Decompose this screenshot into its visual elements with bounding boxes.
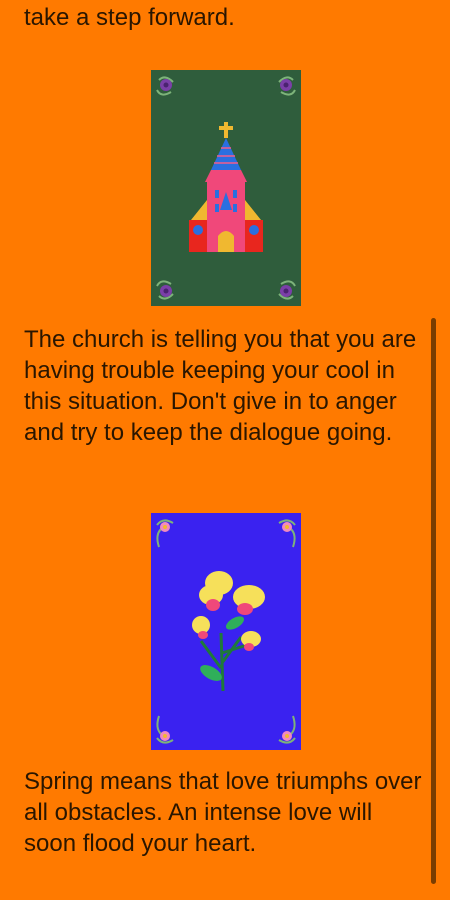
intro-text: take a step forward.: [24, 4, 235, 31]
church-icon: [189, 122, 263, 252]
corner-flower-icon: [156, 76, 174, 96]
spring-meaning-text: Spring means that love triumphs over all…: [24, 768, 422, 857]
church-card-icon: [156, 76, 296, 300]
scrollbar[interactable]: [431, 318, 436, 884]
flower-bouquet-icon: [192, 571, 265, 692]
spring-card: [151, 513, 301, 750]
corner-flower-icon: [156, 519, 174, 548]
church-meaning-text: The church is telling you that you are h…: [24, 326, 417, 446]
spring-flower-card-icon: [156, 519, 296, 744]
church-card: [151, 70, 301, 306]
